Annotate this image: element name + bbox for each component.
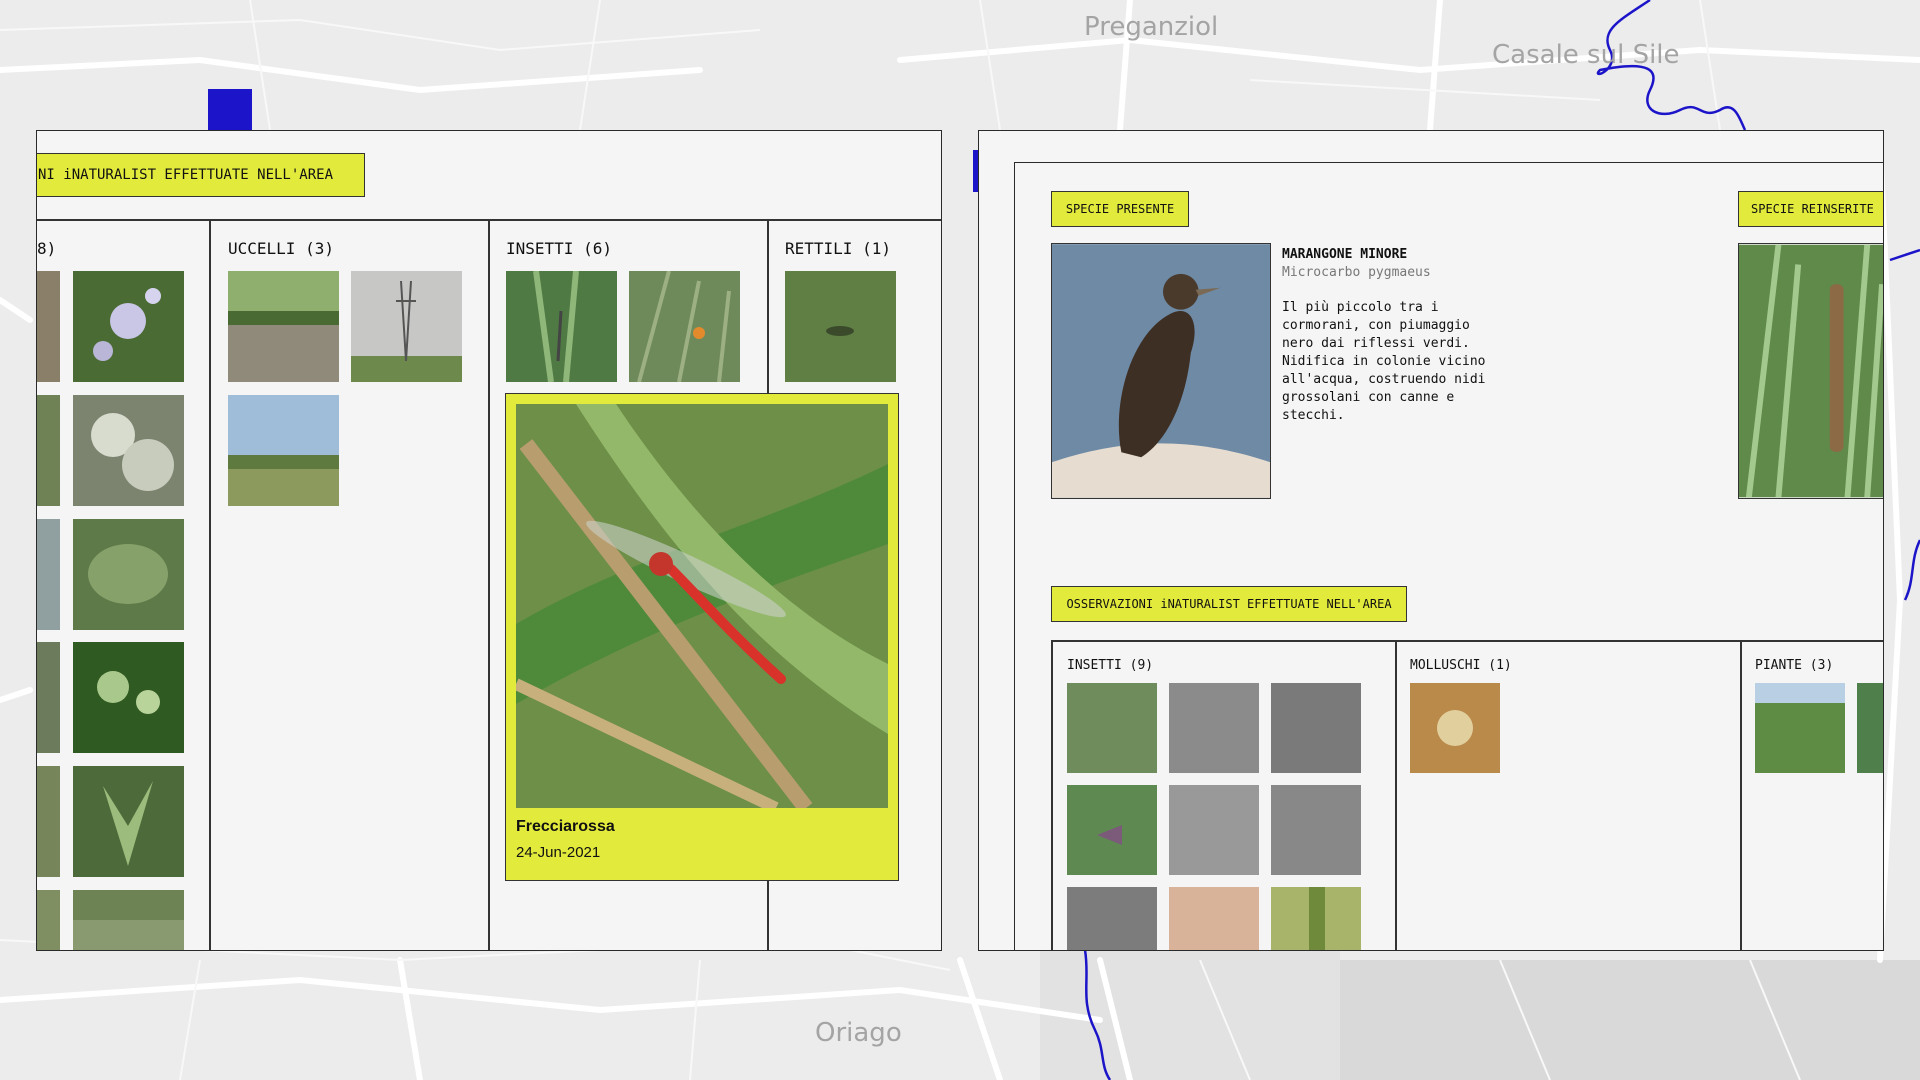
- plant-photo-thumbnail[interactable]: [37, 395, 60, 506]
- insect-photo-thumbnail[interactable]: [1169, 683, 1259, 773]
- plant-photo-thumbnail[interactable]: [37, 271, 60, 382]
- column-divider: [1395, 640, 1397, 950]
- plant-photo-thumbnail[interactable]: [73, 271, 184, 382]
- column-header-plants: PIANTE (3): [1755, 658, 1834, 673]
- insect-photo-thumbnail[interactable]: [1271, 887, 1361, 950]
- plant-photo-thumbnail[interactable]: [1755, 683, 1845, 773]
- map-label-preganziol: Preganziol: [1084, 12, 1219, 42]
- observations-header-tag: OSSERVAZIONI iNATURALIST EFFETTUATE NELL…: [1051, 586, 1407, 622]
- observations-divider: [1051, 640, 1883, 642]
- map-marker[interactable]: [208, 89, 252, 131]
- insect-photo-thumbnail[interactable]: [1067, 887, 1157, 950]
- species-description: Il più piccolo tra i cormorani, con pium…: [1282, 300, 1486, 423]
- map-label-oriago: Oriago: [815, 1018, 902, 1048]
- column-divider: [209, 219, 211, 950]
- species-name: MARANGONE MINORE: [1282, 247, 1408, 262]
- plant-photo-thumbnail[interactable]: [73, 766, 184, 877]
- featured-species-name: Frecciarossa: [516, 818, 615, 835]
- featured-observation-card[interactable]: Frecciarossa 24-Jun-2021: [505, 393, 899, 881]
- column-divider: [488, 219, 490, 950]
- column-divider: [1740, 640, 1742, 950]
- mollusc-photo-thumbnail[interactable]: [1410, 683, 1500, 773]
- plant-photo-thumbnail[interactable]: [37, 766, 60, 877]
- species-present-tag: SPECIE PRESENTE: [1051, 191, 1189, 227]
- species-reintroduced-tag: SPECIE REINSERITE: [1738, 191, 1883, 227]
- plant-photo-thumbnail[interactable]: [37, 890, 60, 950]
- species-latin-name: Microcarbo pygmaeus: [1282, 265, 1431, 280]
- cormorant-photo[interactable]: [1051, 243, 1271, 499]
- right-species-panel: SPECIE PRESENTE SPECIE REINSERITE MARANG…: [1014, 162, 1884, 951]
- map-label-casale-sul-sile: Casale sul Sile: [1492, 40, 1680, 70]
- insect-photo-thumbnail[interactable]: [1169, 785, 1259, 875]
- column-header-insects: INSETTI (6): [506, 239, 612, 258]
- column-divider: [1051, 640, 1053, 950]
- plant-photo-thumbnail[interactable]: [73, 395, 184, 506]
- plant-photo-thumbnail[interactable]: [73, 642, 184, 753]
- column-header-insects: INSETTI (9): [1067, 658, 1154, 673]
- plant-photo-thumbnail[interactable]: [1857, 683, 1883, 773]
- insect-photo-thumbnail[interactable]: [629, 271, 740, 382]
- column-header-birds: UCCELLI (3): [228, 239, 334, 258]
- plant-photo-thumbnail[interactable]: [73, 519, 184, 630]
- dragonfly-photo[interactable]: [516, 404, 888, 808]
- plant-photo-thumbnail[interactable]: [37, 519, 60, 630]
- column-header-molluscs: MOLLUSCHI (1): [1410, 658, 1512, 673]
- header-divider: [37, 219, 941, 221]
- column-header-plants: 8): [37, 239, 57, 258]
- plant-photo-thumbnail[interactable]: [73, 890, 184, 950]
- bird-photo-thumbnail[interactable]: [351, 271, 462, 382]
- insect-photo-thumbnail[interactable]: [1169, 887, 1259, 950]
- featured-observation-date: 24-Jun-2021: [516, 844, 601, 861]
- insect-photo-thumbnail[interactable]: [506, 271, 617, 382]
- insect-photo-thumbnail[interactable]: [1271, 683, 1361, 773]
- observations-header-tag: NI iNATURALIST EFFETTUATE NELL'AREA: [37, 153, 365, 197]
- reptile-photo-thumbnail[interactable]: [785, 271, 896, 382]
- bird-photo-thumbnail[interactable]: [228, 395, 339, 506]
- plant-photo-thumbnail[interactable]: [37, 642, 60, 753]
- bird-photo-thumbnail[interactable]: [228, 271, 339, 382]
- insect-photo-thumbnail[interactable]: [1067, 683, 1157, 773]
- insect-photo-thumbnail[interactable]: [1271, 785, 1361, 875]
- insect-photo-thumbnail[interactable]: [1067, 785, 1157, 875]
- left-observations-panel: NI iNATURALIST EFFETTUATE NELL'AREA 8) U…: [36, 130, 942, 951]
- cattail-photo[interactable]: [1738, 243, 1883, 499]
- column-header-reptiles: RETTILI (1): [785, 239, 891, 258]
